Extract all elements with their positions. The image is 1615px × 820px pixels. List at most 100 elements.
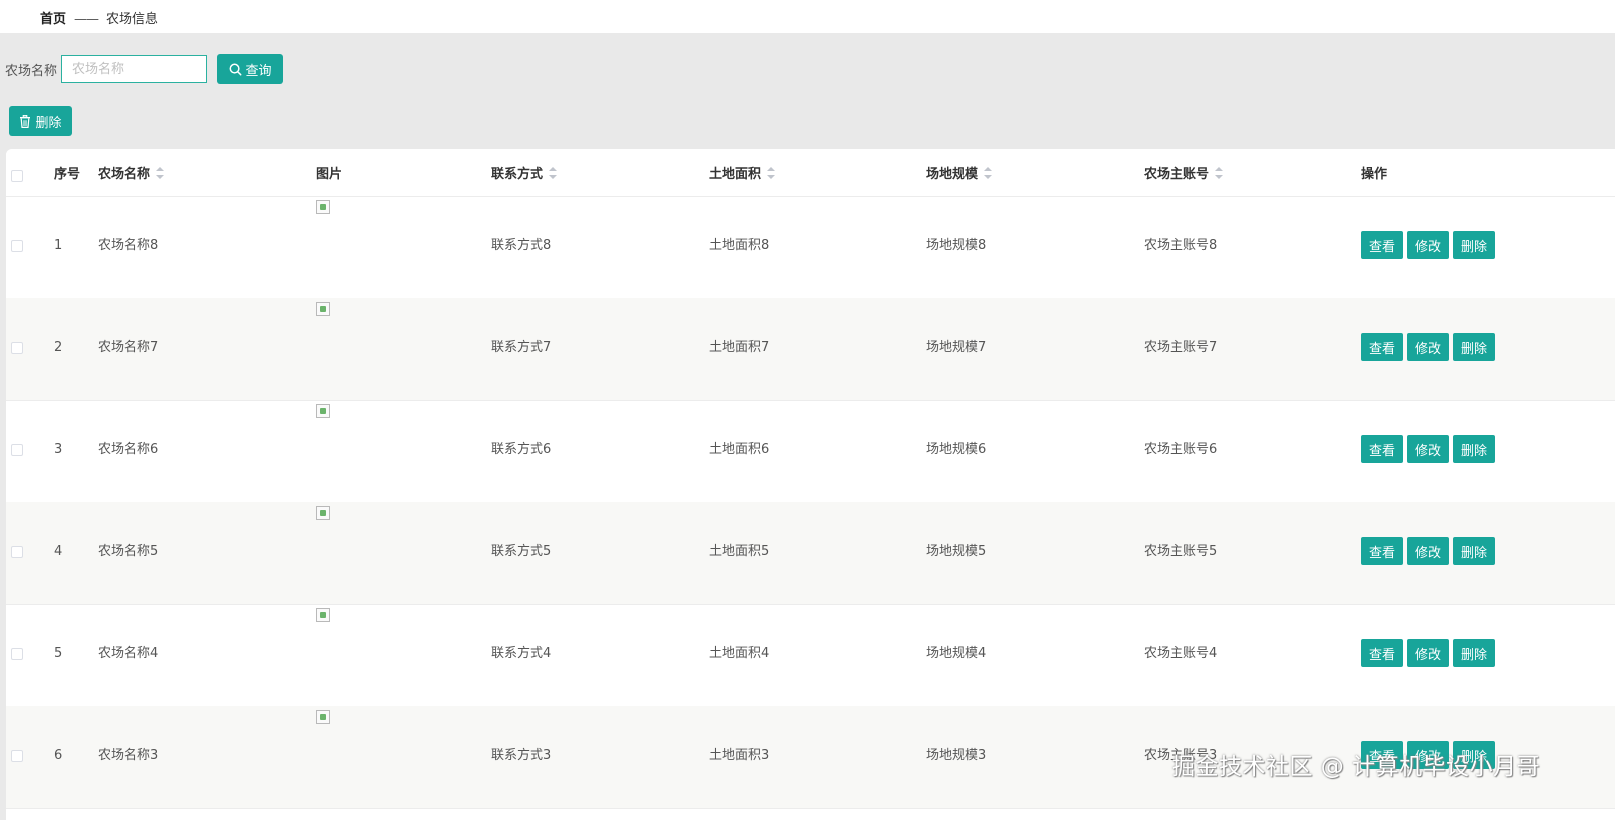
table-row: 2 农场名称7 联系方式7 土地面积7 场地规模7 农场主账号7 查看 修改 删除: [6, 298, 1615, 401]
view-button[interactable]: 查看: [1361, 537, 1403, 565]
row-checkbox[interactable]: [11, 444, 23, 456]
sort-icon[interactable]: [549, 166, 558, 179]
cell-site-scale: 场地规模6: [926, 442, 987, 457]
cell-index: 4: [54, 544, 63, 559]
cell-contact: 联系方式4: [491, 646, 552, 661]
broken-image-icon: [316, 710, 330, 724]
sort-icon[interactable]: [984, 166, 993, 179]
cell-farm-name: 农场名称4: [98, 646, 159, 661]
cell-owner-account: 农场主账号7: [1144, 340, 1218, 355]
cell-index: 2: [54, 340, 63, 355]
cell-site-scale: 场地规模8: [926, 238, 987, 253]
edit-button[interactable]: 修改: [1407, 231, 1449, 259]
table-header: 序号 农场名称 图片 联系方式 土地面积 场地规模 农场主账号 操作: [6, 149, 1615, 197]
sort-icon[interactable]: [1215, 166, 1224, 179]
header-index: 序号: [54, 167, 81, 182]
watermark: 掘金技术社区 @ 计算机毕设小月哥: [1172, 754, 1541, 780]
cell-farm-name: 农场名称3: [98, 748, 159, 763]
view-button[interactable]: 查看: [1361, 639, 1403, 667]
edit-button[interactable]: 修改: [1407, 333, 1449, 361]
breadcrumb: 首页 —— 农场信息: [40, 8, 158, 27]
table-row: 1 农场名称8 联系方式8 土地面积8 场地规模8 农场主账号8 查看 修改 删除: [6, 196, 1615, 299]
row-checkbox[interactable]: [11, 546, 23, 558]
select-all-checkbox[interactable]: [11, 170, 23, 182]
search-icon: [229, 63, 241, 75]
header-actions: 操作: [1361, 167, 1388, 182]
bulk-delete-button[interactable]: 删除: [9, 106, 72, 136]
delete-button[interactable]: 删除: [1453, 435, 1495, 463]
cell-index: 5: [54, 646, 63, 661]
cell-land-area: 土地面积4: [709, 646, 770, 661]
cell-index: 3: [54, 442, 63, 457]
cell-land-area: 土地面积7: [709, 340, 770, 355]
farm-name-search-input[interactable]: [61, 55, 208, 83]
view-button[interactable]: 查看: [1361, 333, 1403, 361]
broken-image-icon: [316, 200, 330, 214]
table-row: 5 农场名称4 联系方式4 土地面积4 场地规模4 农场主账号4 查看 修改 删除: [6, 604, 1615, 707]
edit-button[interactable]: 修改: [1407, 639, 1449, 667]
cell-site-scale: 场地规模4: [926, 646, 987, 661]
row-checkbox[interactable]: [11, 750, 23, 762]
header-contact[interactable]: 联系方式: [491, 149, 558, 196]
cell-farm-name: 农场名称6: [98, 442, 159, 457]
broken-image-icon: [316, 608, 330, 622]
row-checkbox[interactable]: [11, 240, 23, 252]
cell-contact: 联系方式8: [491, 238, 552, 253]
cell-site-scale: 场地规模3: [926, 748, 987, 763]
sort-icon[interactable]: [767, 166, 776, 179]
cell-index: 6: [54, 748, 63, 763]
cell-owner-account: 农场主账号6: [1144, 442, 1218, 457]
table-row: 3 农场名称6 联系方式6 土地面积6 场地规模6 农场主账号6 查看 修改 删除: [6, 400, 1615, 503]
delete-button[interactable]: 删除: [1453, 231, 1495, 259]
broken-image-icon: [316, 404, 330, 418]
header-farm-name[interactable]: 农场名称: [98, 149, 165, 196]
breadcrumb-home[interactable]: 首页: [40, 12, 66, 27]
header-site-scale[interactable]: 场地规模: [926, 149, 993, 196]
cell-index: 1: [54, 238, 63, 253]
table-row: 4 农场名称5 联系方式5 土地面积5 场地规模5 农场主账号5 查看 修改 删除: [6, 502, 1615, 605]
cell-site-scale: 场地规模5: [926, 544, 987, 559]
cell-site-scale: 场地规模7: [926, 340, 987, 355]
delete-button[interactable]: 删除: [1453, 333, 1495, 361]
search-label: 农场名称: [5, 63, 58, 79]
row-actions: 查看 修改 删除: [1361, 333, 1499, 361]
farm-table: 序号 农场名称 图片 联系方式 土地面积 场地规模 农场主账号 操作 1 农场名称…: [6, 149, 1615, 820]
view-button[interactable]: 查看: [1361, 231, 1403, 259]
cell-owner-account: 农场主账号5: [1144, 544, 1218, 559]
delete-button[interactable]: 删除: [1453, 537, 1495, 565]
view-button[interactable]: 查看: [1361, 435, 1403, 463]
cell-contact: 联系方式3: [491, 748, 552, 763]
cell-contact: 联系方式6: [491, 442, 552, 457]
cell-farm-name: 农场名称7: [98, 340, 159, 355]
row-actions: 查看 修改 删除: [1361, 231, 1499, 259]
breadcrumb-current: 农场信息: [106, 12, 159, 27]
cell-farm-name: 农场名称8: [98, 238, 159, 253]
cell-farm-name: 农场名称5: [98, 544, 159, 559]
search-bar: 农场名称 查询: [5, 54, 284, 84]
row-actions: 查看 修改 删除: [1361, 537, 1499, 565]
cell-land-area: 土地面积3: [709, 748, 770, 763]
trash-icon: [20, 114, 31, 128]
edit-button[interactable]: 修改: [1407, 537, 1449, 565]
header-owner-account[interactable]: 农场主账号: [1144, 149, 1224, 196]
row-checkbox[interactable]: [11, 648, 23, 660]
row-actions: 查看 修改 删除: [1361, 435, 1499, 463]
cell-land-area: 土地面积5: [709, 544, 770, 559]
search-button-label: 查询: [245, 63, 272, 79]
row-checkbox[interactable]: [11, 342, 23, 354]
edit-button[interactable]: 修改: [1407, 435, 1449, 463]
broken-image-icon: [316, 302, 330, 316]
broken-image-icon: [316, 506, 330, 520]
sort-icon[interactable]: [156, 166, 165, 179]
cell-contact: 联系方式5: [491, 544, 552, 559]
cell-contact: 联系方式7: [491, 340, 552, 355]
header-image: 图片: [316, 167, 343, 182]
search-button[interactable]: 查询: [217, 54, 284, 84]
breadcrumb-separator: ——: [74, 12, 99, 27]
header-land-area[interactable]: 土地面积: [709, 149, 776, 196]
top-bar: 首页 —— 农场信息: [0, 0, 1615, 33]
bulk-delete-label: 删除: [35, 115, 62, 131]
cell-owner-account: 农场主账号4: [1144, 646, 1218, 661]
delete-button[interactable]: 删除: [1453, 639, 1495, 667]
cell-owner-account: 农场主账号8: [1144, 238, 1218, 253]
